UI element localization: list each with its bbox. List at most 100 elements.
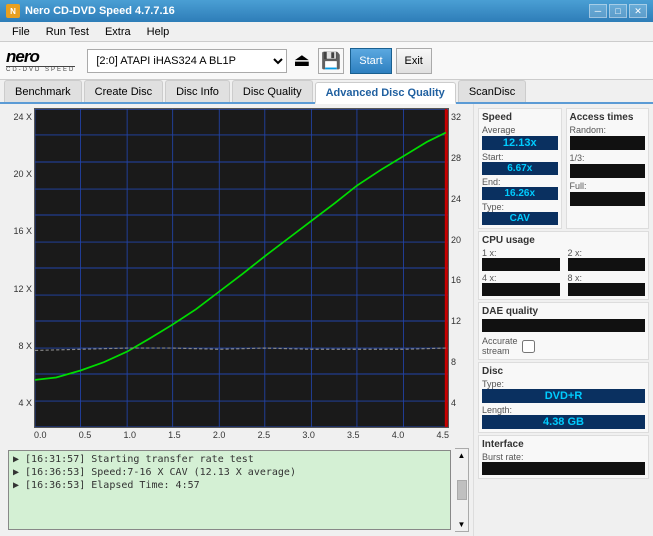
burst-rate-label: Burst rate:: [482, 452, 645, 462]
x-label-30: 3.0: [302, 430, 315, 446]
x-label-40: 4.0: [392, 430, 405, 446]
log-entry-1: ▶ [16:31:57] Starting transfer rate test: [13, 453, 446, 466]
maximize-button[interactable]: □: [609, 4, 627, 18]
x-label-25: 2.5: [258, 430, 271, 446]
disc-length-label: Length:: [482, 405, 645, 415]
nero-logo-text: nero: [6, 48, 75, 65]
right-panel: Speed Average 12.13x Start: 6.67x End: 1…: [473, 104, 653, 536]
y-label-16: 16 X: [13, 226, 32, 236]
eject-icon[interactable]: ⏏: [293, 50, 310, 71]
cpu-col-2: 2 x: 8 x:: [568, 248, 646, 296]
menu-extra[interactable]: Extra: [97, 22, 139, 41]
interface-title: Interface: [482, 439, 645, 450]
tab-advanced-disc-quality[interactable]: Advanced Disc Quality: [315, 82, 456, 104]
cpu-2x-label: 2 x:: [568, 248, 646, 258]
cpu-2x-value: [568, 258, 646, 271]
titlebar: N Nero CD-DVD Speed 4.7.7.16 ─ □ ✕: [0, 0, 653, 22]
y-right-32: 32: [451, 112, 461, 122]
y-label-24: 24 X: [13, 112, 32, 122]
log-scrollbar[interactable]: ▲ ▼: [455, 448, 469, 532]
speed-section: Speed Average 12.13x Start: 6.67x End: 1…: [478, 108, 562, 229]
titlebar-left: N Nero CD-DVD Speed 4.7.7.16: [6, 4, 175, 18]
log-area: ▶ [16:31:57] Starting transfer rate test…: [8, 450, 451, 530]
cpu-1x-label: 1 x:: [482, 248, 560, 258]
app-icon: N: [6, 4, 20, 18]
accurate-stream-label: Accurate stream: [482, 336, 518, 356]
access-third-label: 1/3:: [570, 153, 646, 163]
x-label-05: 0.5: [79, 430, 92, 446]
menu-run-test[interactable]: Run Test: [38, 22, 97, 41]
menu-help[interactable]: Help: [139, 22, 178, 41]
disc-length-value: 4.38 GB: [482, 415, 645, 429]
log-container: ▶ [16:31:57] Starting transfer rate test…: [4, 448, 469, 532]
scroll-up-icon[interactable]: ▲: [458, 451, 466, 460]
y-axis-left: 24 X 20 X 16 X 12 X 8 X 4 X: [4, 108, 34, 428]
speed-type-value: CAV: [482, 212, 558, 225]
drive-selector[interactable]: [2:0] ATAPI iHAS324 A BL1P: [87, 49, 287, 73]
access-section: Access times Random: 1/3: Full:: [566, 108, 650, 229]
x-axis: 0.0 0.5 1.0 1.5 2.0 2.5 3.0 3.5 4.0 4.5: [4, 428, 449, 446]
accurate-stream-checkbox[interactable]: [522, 340, 535, 353]
menu-file[interactable]: File: [4, 22, 38, 41]
dae-title: DAE quality: [482, 306, 645, 317]
window-title: Nero CD-DVD Speed 4.7.7.16: [25, 5, 175, 17]
start-button[interactable]: Start: [350, 48, 391, 74]
y-axis-right: 32 28 24 20 16 12 8 4: [449, 108, 469, 428]
access-random-value: [570, 136, 646, 150]
disc-section: Disc Type: DVD+R Length: 4.38 GB: [478, 362, 649, 433]
speed-start-label: Start:: [482, 152, 558, 162]
speed-title: Speed: [482, 112, 558, 123]
minimize-button[interactable]: ─: [589, 4, 607, 18]
log-entry-3: ▶ [16:36:53] Elapsed Time: 4:57: [13, 479, 446, 492]
tab-scandisc[interactable]: ScanDisc: [458, 80, 526, 102]
top-panels: Speed Average 12.13x Start: 6.67x End: 1…: [478, 108, 649, 229]
x-label-10: 1.0: [123, 430, 136, 446]
interface-section: Interface Burst rate:: [478, 435, 649, 479]
y-label-8: 8 X: [18, 341, 32, 351]
dae-section: DAE quality Accurate stream: [478, 302, 649, 360]
tab-disc-info[interactable]: Disc Info: [165, 80, 230, 102]
y-right-28: 28: [451, 153, 461, 163]
burst-rate-value: [482, 462, 645, 475]
y-right-20: 20: [451, 235, 461, 245]
y-right-8: 8: [451, 357, 456, 367]
save-icon[interactable]: 💾: [318, 48, 344, 74]
tabs-bar: Benchmark Create Disc Disc Info Disc Qua…: [0, 80, 653, 104]
dae-value: [482, 319, 645, 332]
disc-type-value: DVD+R: [482, 389, 645, 403]
y-label-4: 4 X: [18, 398, 32, 408]
tab-disc-quality[interactable]: Disc Quality: [232, 80, 313, 102]
speed-average-value: 12.13x: [482, 136, 558, 150]
scroll-down-icon[interactable]: ▼: [458, 520, 466, 529]
speed-start-value: 6.67x: [482, 162, 558, 175]
chart-container: 24 X 20 X 16 X 12 X 8 X 4 X: [0, 104, 473, 536]
disc-title: Disc: [482, 366, 645, 377]
speed-average-label: Average: [482, 125, 558, 135]
access-third-value: [570, 164, 646, 178]
y-right-4: 4: [451, 398, 456, 408]
close-button[interactable]: ✕: [629, 4, 647, 18]
cpu-col-1: 1 x: 4 x:: [482, 248, 560, 296]
y-right-12: 12: [451, 316, 461, 326]
tab-benchmark[interactable]: Benchmark: [4, 80, 82, 102]
x-label-35: 3.5: [347, 430, 360, 446]
nero-logo: nero CD-DVD SPEED: [6, 48, 75, 73]
y-right-16: 16: [451, 275, 461, 285]
tab-create-disc[interactable]: Create Disc: [84, 80, 163, 102]
disc-type-label: Type:: [482, 379, 645, 389]
access-full-value: [570, 192, 646, 206]
x-label-45: 4.5: [436, 430, 449, 446]
access-title: Access times: [570, 112, 646, 123]
titlebar-controls: ─ □ ✕: [589, 4, 647, 18]
y-label-12: 12 X: [13, 284, 32, 294]
speed-end-label: End:: [482, 177, 558, 187]
y-label-20: 20 X: [13, 169, 32, 179]
y-right-24: 24: [451, 194, 461, 204]
cpu-4x-value: [482, 283, 560, 296]
toolbar: nero CD-DVD SPEED [2:0] ATAPI iHAS324 A …: [0, 42, 653, 80]
x-label-00: 0.0: [34, 430, 47, 446]
exit-button[interactable]: Exit: [396, 48, 432, 74]
access-full-label: Full:: [570, 181, 646, 191]
scroll-thumb[interactable]: [457, 480, 467, 500]
cpu-1x-value: [482, 258, 560, 271]
